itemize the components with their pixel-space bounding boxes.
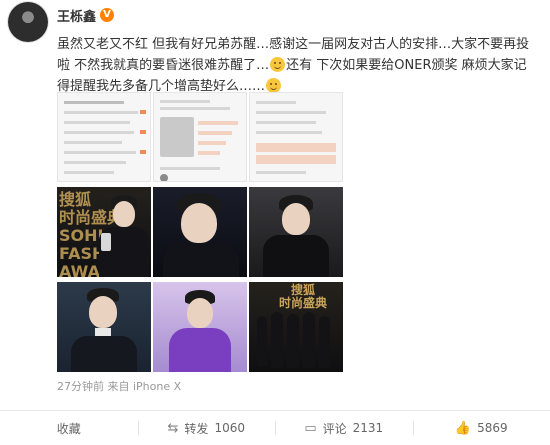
screenshot-marker (140, 110, 146, 114)
face (187, 298, 213, 328)
comment-label: 评论 (323, 420, 347, 437)
screenshot-line (64, 131, 134, 134)
photo-2-screenshot[interactable] (153, 92, 247, 182)
repost-label: 转发 (184, 420, 208, 437)
photo-grid: 搜狐 时尚盛典 SOHU FASHION AWA (57, 92, 343, 372)
screenshot-bar (198, 151, 220, 155)
post-text: 虽然又老又不红 但我有好兄弟苏醒…感谢这一届网友对古人的安排…大家不要再投啦 不… (57, 34, 535, 97)
screenshot-marker (140, 130, 146, 134)
photo-7[interactable] (57, 282, 151, 372)
action-bar: 收藏 ⇆ 转发 1060 ▭ 评论 2131 👍 5869 (0, 410, 550, 445)
avatar[interactable] (8, 2, 48, 42)
comment-icon: ▭ (304, 422, 316, 435)
person (271, 312, 283, 368)
verified-badge-icon: V (100, 8, 114, 22)
repost-icon: ⇆ (168, 422, 179, 435)
coat (163, 243, 239, 277)
screenshot-bar (198, 121, 238, 125)
coat (169, 328, 231, 372)
face (282, 203, 310, 235)
screenshot-avatar (160, 174, 168, 182)
screenshot-line (64, 101, 124, 104)
screenshot-bar (256, 143, 336, 152)
screenshot-line (256, 111, 326, 114)
face (89, 296, 117, 328)
screenshot-line (256, 101, 296, 104)
screenshot-bar (198, 131, 232, 135)
screenshot-line (160, 100, 210, 103)
person (287, 314, 299, 368)
author-row: 王栎鑫 V (57, 6, 114, 24)
event-backdrop-text: 搜狐 时尚盛典 (279, 284, 327, 310)
microphone (101, 233, 111, 251)
repost-button[interactable]: ⇆ 转发 1060 (138, 411, 276, 445)
repost-count: 1060 (214, 421, 245, 435)
person (303, 312, 315, 368)
comment-button[interactable]: ▭ 评论 2131 (275, 411, 413, 445)
screenshot-bar (256, 155, 336, 164)
screenshot-bar (198, 141, 226, 145)
screenshot-line (64, 111, 138, 114)
screenshot-line (160, 167, 220, 170)
favorite-label: 收藏 (57, 420, 81, 437)
screenshot-marker (140, 150, 146, 154)
photo-4[interactable]: 搜狐 时尚盛典 SOHU FASHION AWA (57, 187, 151, 277)
screenshot-line (256, 171, 306, 174)
coat (263, 235, 329, 277)
face (181, 203, 217, 243)
face (113, 201, 135, 227)
screenshot-line (256, 121, 316, 124)
like-count: 5869 (477, 421, 508, 435)
photo-9[interactable]: 搜狐 时尚盛典 (249, 282, 343, 372)
screenshot-line (64, 121, 130, 124)
post-meta: 27分钟前 来自 iPhone X (57, 378, 181, 394)
screenshot-line (64, 141, 122, 144)
photo-3-screenshot[interactable] (249, 92, 343, 182)
smile-icon (270, 57, 285, 72)
photo-1-screenshot[interactable] (57, 92, 151, 182)
like-button[interactable]: 👍 5869 (413, 411, 550, 445)
weibo-post: 王栎鑫 V 虽然又老又不红 但我有好兄弟苏醒…感谢这一届网友对古人的安排…大家不… (0, 0, 550, 444)
photo-8[interactable] (153, 282, 247, 372)
favorite-button[interactable]: 收藏 (0, 411, 138, 445)
comment-count: 2131 (353, 421, 384, 435)
photo-5[interactable] (153, 187, 247, 277)
screenshot-line (64, 161, 126, 164)
thumbs-up-icon: 👍 (455, 422, 471, 435)
smile-icon (266, 78, 281, 93)
screenshot-line (64, 171, 114, 174)
screenshot-line (160, 107, 230, 110)
author-name[interactable]: 王栎鑫 (57, 6, 96, 25)
screenshot-thumb (160, 117, 194, 157)
person (319, 316, 330, 368)
screenshot-line (64, 151, 136, 154)
person (257, 316, 267, 366)
screenshot-line (256, 131, 322, 134)
coat (71, 336, 137, 372)
photo-6[interactable] (249, 187, 343, 277)
